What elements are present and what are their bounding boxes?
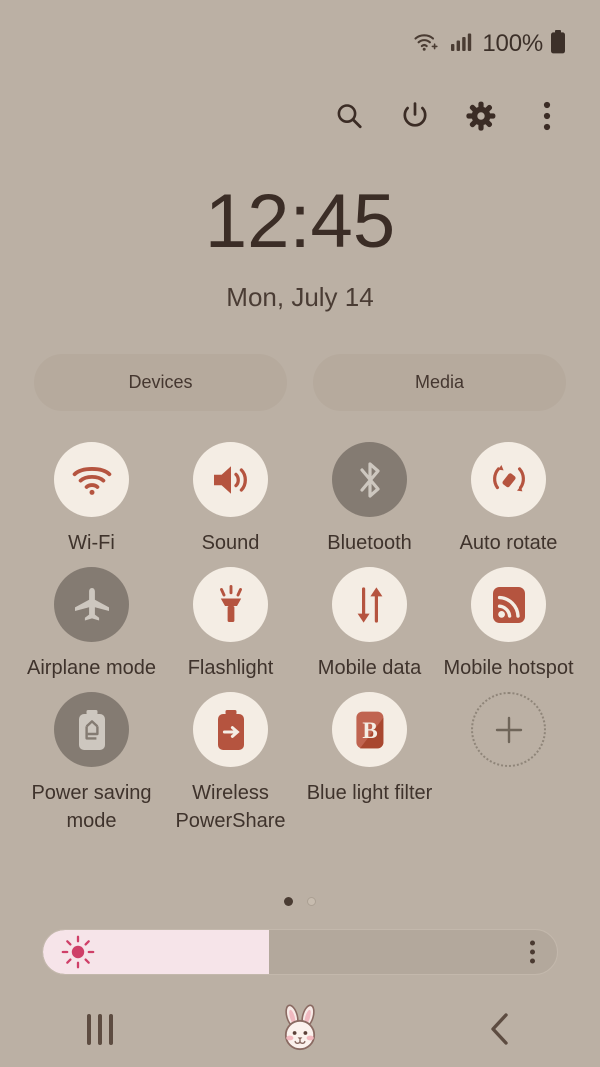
page-dot-2[interactable] (307, 897, 316, 906)
search-icon[interactable] (332, 99, 366, 133)
toggle-mobile-hotspot[interactable]: Mobile hotspot (439, 567, 578, 682)
page-dot-1[interactable] (284, 897, 293, 906)
toggle-mobile-data[interactable]: Mobile data (300, 567, 439, 682)
toggle-label: Wireless PowerShare (175, 782, 286, 832)
toggle-add-button[interactable] (439, 692, 578, 835)
clock-date: Mon, July 14 (226, 282, 374, 312)
battery-percent-label: 100% (482, 30, 543, 57)
add-plus-icon (471, 692, 546, 767)
toggle-flashlight[interactable]: Flashlight (161, 567, 300, 682)
toggle-label: Airplane mode (27, 657, 156, 679)
brightness-options-icon[interactable] (530, 940, 535, 964)
power-saving-battery-icon (54, 692, 129, 767)
wifi-plus-icon (413, 30, 443, 59)
toggle-airplane-mode[interactable]: Airplane mode (22, 567, 161, 682)
wifi-icon (54, 442, 129, 517)
clock-widget[interactable]: 12:45 Mon, July 14 (0, 184, 600, 313)
airplane-icon (54, 567, 129, 642)
toggle-label: Bluetooth (327, 532, 412, 554)
toggle-label: Mobile data (317, 657, 422, 679)
toggle-label: Auto rotate (459, 532, 558, 554)
clock-time: 12:45 (204, 179, 396, 264)
toggle-label: Sound (201, 532, 260, 554)
mobile-hotspot-icon (471, 567, 546, 642)
quick-settings-action-bar (0, 88, 600, 144)
devices-button[interactable]: Devices (34, 354, 287, 411)
quick-settings-panel: 100% 12:45 Mon, July 14 Devices Media Wi… (0, 0, 600, 1067)
media-button[interactable]: Media (313, 354, 566, 411)
power-icon[interactable] (398, 99, 432, 133)
auto-rotate-icon (471, 442, 546, 517)
toggle-label: Flashlight (187, 657, 274, 679)
flashlight-icon (193, 567, 268, 642)
battery-full-icon (550, 29, 566, 60)
toggle-auto-rotate[interactable]: Auto rotate (439, 442, 578, 557)
status-icons: 100% (413, 29, 566, 60)
home-bunny-icon[interactable] (200, 1000, 400, 1058)
svg-text:B: B (362, 718, 377, 743)
wireless-powershare-icon (193, 692, 268, 767)
quick-toggle-grid: Wi-Fi Sound Bluetooth Auto rotate Airpla… (22, 442, 578, 835)
settings-gear-icon[interactable] (464, 99, 498, 133)
toggle-wireless-powershare[interactable]: Wireless PowerShare (161, 692, 300, 835)
panel-pill-row: Devices Media (34, 354, 566, 411)
navigation-bar (0, 991, 600, 1067)
overflow-menu-icon[interactable] (530, 99, 564, 133)
toggle-blue-light-filter[interactable]: B Blue light filter (300, 692, 439, 835)
toggle-wifi[interactable]: Wi-Fi (22, 442, 161, 557)
toggle-power-saving-mode[interactable]: Power saving mode (22, 692, 161, 835)
toggle-label: Blue light filter (306, 782, 433, 804)
mobile-data-icon (332, 567, 407, 642)
cellular-signal-icon (450, 30, 472, 59)
recents-icon[interactable] (0, 1013, 200, 1045)
toggle-bluetooth[interactable]: Bluetooth (300, 442, 439, 557)
brightness-slider[interactable] (42, 929, 558, 975)
toggle-label: Power saving mode (31, 782, 152, 832)
back-chevron-icon[interactable] (400, 1010, 600, 1048)
toggle-label: Wi-Fi (68, 532, 115, 554)
toggle-sound[interactable]: Sound (161, 442, 300, 557)
sound-speaker-icon (193, 442, 268, 517)
status-bar: 100% (0, 0, 600, 88)
toggle-label: Mobile hotspot (443, 657, 574, 679)
bluetooth-icon (332, 442, 407, 517)
brightness-sun-icon (61, 935, 95, 969)
page-indicator (0, 897, 600, 906)
blue-light-filter-icon: B (332, 692, 407, 767)
